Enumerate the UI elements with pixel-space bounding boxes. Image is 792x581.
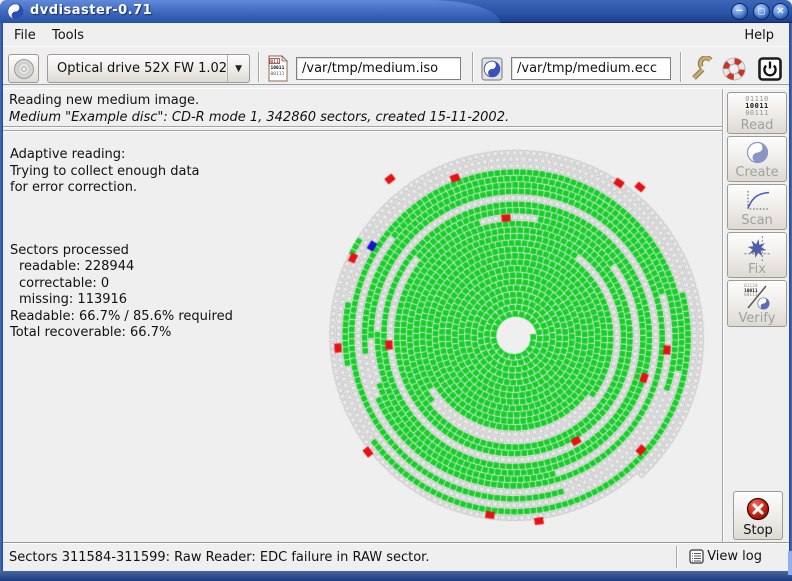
ecc-file-input[interactable]	[511, 57, 671, 80]
help-button[interactable]	[720, 54, 748, 83]
minimize-button[interactable]: −	[731, 3, 748, 20]
app-window: dvdisaster-0.71 − □ × File Tools Help Op…	[0, 0, 792, 581]
ecc-file-icon	[480, 54, 503, 83]
sectors-title: Sectors processed	[10, 243, 298, 260]
maximize-button[interactable]: □	[753, 3, 770, 20]
window-title: dvdisaster-0.71	[30, 3, 152, 18]
view-log-button[interactable]: View log	[686, 547, 765, 566]
mode-desc-2: for error correction.	[10, 180, 298, 197]
wrench-icon	[689, 56, 714, 82]
fix-splat-icon	[744, 236, 770, 261]
menu-help[interactable]: Help	[737, 25, 781, 46]
close-button[interactable]: ×	[772, 3, 789, 20]
readable-count: readable: 228944	[10, 259, 298, 276]
mode-title: Adaptive reading:	[10, 147, 298, 164]
app-yinyang-icon	[7, 3, 24, 20]
window-border-bottom	[0, 571, 792, 581]
status-heading: Reading new medium image. Medium "Exampl…	[3, 89, 723, 133]
scan-curve-icon	[744, 189, 770, 212]
missing-count: missing: 113916	[10, 292, 298, 309]
menubar: File Tools Help	[3, 23, 789, 46]
drive-selector[interactable]: Optical drive 52X FW 1.02 ▼	[47, 54, 250, 83]
image-file-icon: 011 10011 00111	[266, 54, 289, 83]
statusbar: Sectors 311584-311599: Raw Reader: EDC f…	[3, 542, 789, 571]
drive-selector-value: Optical drive 52X FW 1.02	[48, 61, 227, 76]
verify-compare-icon: 01110 10011 00111	[744, 284, 770, 310]
read-button[interactable]: 01110 10011 00111 Read	[727, 92, 787, 134]
read-label: Read	[741, 118, 774, 133]
power-icon	[758, 57, 782, 81]
statusbar-divider	[676, 546, 678, 568]
chevron-down-icon: ▼	[227, 55, 249, 82]
lifebelt-icon	[721, 56, 747, 82]
image-file-input[interactable]	[296, 57, 461, 80]
svg-text:10011: 10011	[270, 65, 284, 71]
preferences-button[interactable]	[688, 54, 714, 83]
action-status: Reading new medium image.	[9, 93, 199, 108]
fix-label: Fix	[748, 262, 766, 277]
medium-info: Medium "Example disc": CD-R mode 1, 3428…	[9, 110, 509, 125]
mode-desc-1: Trying to collect enough data	[10, 164, 298, 181]
toolbar-separator	[258, 52, 260, 82]
window-resize-grip[interactable]	[788, 551, 792, 575]
toolbar-separator	[472, 52, 474, 82]
sector-readability-spiral	[300, 132, 724, 542]
toolbar-separator	[680, 52, 682, 82]
view-log-label: View log	[707, 549, 762, 564]
svg-text:00111: 00111	[270, 71, 284, 77]
yinyang-icon	[746, 141, 769, 164]
eject-drive-button[interactable]	[8, 54, 39, 83]
create-label: Create	[735, 165, 778, 180]
readable-percentage: Readable: 66.7% / 85.6% required	[10, 309, 298, 326]
svg-text:011: 011	[270, 59, 279, 65]
toolbar: Optical drive 52X FW 1.02 ▼ 011 10011 00…	[3, 46, 789, 89]
create-button[interactable]: Create	[727, 136, 787, 182]
recoverable-percentage: Total recoverable: 66.7%	[10, 325, 298, 342]
menu-tools[interactable]: Tools	[45, 25, 91, 46]
sidebar-separator	[722, 89, 724, 542]
heading-separator	[3, 126, 723, 131]
reading-info-panel: Adaptive reading: Trying to collect enou…	[10, 147, 298, 342]
window-border-left	[0, 23, 3, 571]
correctable-count: correctable: 0	[10, 276, 298, 293]
fix-button[interactable]: Fix	[727, 232, 787, 278]
menu-file[interactable]: File	[7, 25, 43, 46]
titlebar[interactable]: dvdisaster-0.71 − □ ×	[0, 0, 792, 23]
binary-bits-icon: 01110 10011 00111	[745, 96, 769, 117]
scan-label: Scan	[741, 213, 773, 228]
stop-label: Stop	[743, 523, 773, 538]
stop-x-icon	[745, 496, 771, 522]
status-message: Sectors 311584-311599: Raw Reader: EDC f…	[9, 550, 429, 565]
log-list-icon	[689, 549, 704, 564]
quit-button[interactable]	[756, 54, 783, 83]
scan-button[interactable]: Scan	[727, 184, 787, 230]
cd-icon	[12, 57, 36, 81]
verify-label: Verify	[739, 311, 776, 326]
stop-button[interactable]: Stop	[733, 491, 783, 540]
verify-button[interactable]: 01110 10011 00111 Verify	[727, 280, 787, 327]
